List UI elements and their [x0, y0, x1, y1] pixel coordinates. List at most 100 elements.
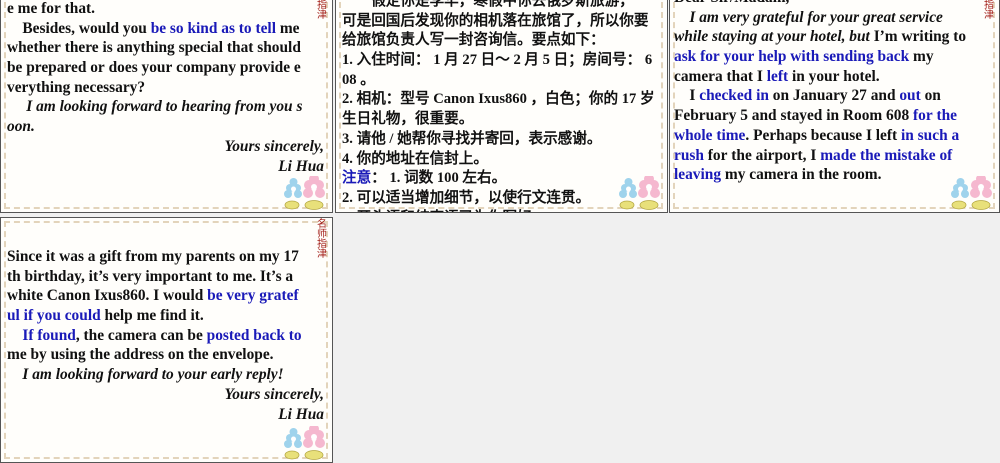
text-segment: ： 1. 词数 100 左右。	[371, 170, 507, 187]
text-line: th birthday, it’s very important to me. …	[7, 267, 326, 287]
text-segment: e me for that.	[7, 0, 96, 17]
highlighted-phrase: 注意	[342, 170, 372, 187]
text-segment: white Canon Ixus860. I would	[7, 287, 208, 305]
slide-thumbnail-2[interactable]: 假定你是李华，寒假中你去俄罗斯旅游， 可是回国后发现你的相机落在旅馆了，所以你要给…	[335, 0, 668, 213]
text-line: 2. 相机：型号 Canon Ixus860 ，白色；你的 17 岁	[342, 90, 661, 110]
text-line: 08 。	[342, 71, 661, 91]
text-line: 2. 可以适当增加细节，以使行文连贯。	[342, 189, 661, 209]
highlighted-phrase: in such a	[901, 126, 960, 144]
slide-text: 假定你是李华，寒假中你去俄罗斯旅游， 可是回国后发现你的相机落在旅馆了，所以你要给…	[342, 0, 661, 212]
highlighted-phrase: left	[766, 67, 789, 85]
highlighted-phrase: If found	[22, 326, 76, 344]
text-segment: I	[674, 87, 700, 105]
text-segment: I am very grateful for your great servic…	[674, 8, 943, 26]
text-segment: 生日礼物，很重要。	[342, 111, 474, 128]
text-line: be prepared or does your company provide…	[7, 58, 326, 78]
text-segment: Li Hua	[278, 157, 324, 175]
text-segment: while staying at your hotel, but	[674, 28, 870, 46]
text-line: 可是回国后发现你的相机落在旅馆了，所以你要	[342, 12, 661, 32]
text-line: I am looking forward to hearing from you…	[7, 97, 326, 117]
text-segment: 3. 开头语和结束语已为你写好。	[342, 210, 546, 212]
text-line: If found, the camera can be posted back …	[7, 326, 326, 346]
text-line: oon.	[7, 117, 326, 137]
text-segment: 4. 你的地址在信封上。	[342, 150, 488, 167]
text-segment: Besides, would you	[7, 19, 151, 37]
text-line: camera that I left in your hotel.	[674, 67, 993, 87]
flower-decoration-icon	[282, 424, 328, 460]
text-segment: 可是回国后发现你的相机落在旅馆了，所以你要	[342, 12, 649, 29]
text-line: ask for your help with sending back my	[674, 47, 993, 67]
highlighted-phrase: for the	[913, 107, 958, 125]
text-line: I am looking forward to your early reply…	[7, 365, 326, 385]
text-line: 注意： 1. 词数 100 左右。	[342, 169, 661, 189]
text-line: whole time. Perhaps because I left in su…	[674, 126, 993, 146]
text-segment: on January 27 and	[768, 87, 900, 105]
text-segment	[7, 327, 22, 344]
flower-decoration-icon	[949, 174, 995, 210]
highlighted-phrase: posted back to	[206, 326, 302, 344]
text-segment: . Perhaps because I left	[745, 126, 901, 144]
text-segment: help me find it.	[100, 307, 204, 325]
text-segment: 2. 相机：型号 Canon Ixus860 ，白色；你的 17 岁	[342, 91, 655, 108]
highlighted-phrase: leaving	[674, 166, 722, 184]
seal-logo: 名师指津	[317, 219, 327, 260]
text-segment: my	[909, 48, 934, 66]
text-segment: 3. 请他 / 她帮你寻找并寄回，表示感谢。	[342, 130, 602, 147]
text-segment: Yours sincerely,	[224, 137, 324, 155]
seal-logo: 指津	[317, 0, 327, 21]
slide-thumbnail-4[interactable]: Since it was a gift from my parents on m…	[0, 217, 333, 463]
text-line: whether there is anything special that s…	[7, 38, 326, 58]
text-segment: February 5 and stayed in Room 608	[674, 107, 913, 125]
text-line: Yours sincerely,	[7, 137, 326, 157]
highlighted-phrase: made the mistake of	[820, 146, 953, 164]
text-segment: 1. 入住时间： 1 月 27 日～ 2 月 5 日；房间号： 6	[342, 52, 653, 69]
text-line: Since it was a gift from my parents on m…	[7, 247, 326, 267]
highlighted-phrase: be very gratef	[207, 287, 299, 305]
text-line: Li Hua	[7, 157, 326, 177]
highlighted-phrase: ask for your help with sending back	[674, 48, 910, 66]
flower-decoration-icon	[617, 174, 663, 210]
text-line: ul if you could help me find it.	[7, 306, 326, 326]
text-segment: 2. 可以适当增加细节，以使行文连贯。	[342, 189, 591, 206]
highlighted-phrase: checked in	[699, 87, 769, 105]
text-segment: , the camera can be	[75, 326, 207, 344]
text-line: Yours sincerely,	[7, 385, 326, 405]
highlighted-phrase: ul if you could	[7, 307, 101, 325]
text-segment: Yours sincerely,	[224, 385, 324, 403]
text-line: I am very grateful for your great servic…	[674, 8, 993, 28]
text-line: I checked in on January 27 and out on	[674, 86, 993, 106]
text-segment: me	[275, 19, 300, 37]
highlighted-phrase: rush	[674, 146, 704, 164]
text-segment: my camera in the room.	[721, 166, 882, 184]
text-line: 3. 请他 / 她帮你寻找并寄回，表示感谢。	[342, 130, 661, 150]
slide-thumbnail-3[interactable]: Dear Sir/Madam, I am very grateful for y…	[669, 0, 1000, 213]
text-segment: camera that I	[674, 67, 767, 85]
text-segment: I am looking forward to hearing from you…	[7, 98, 303, 116]
text-segment: 08 。	[342, 71, 375, 88]
text-segment: I’m writing to	[869, 28, 967, 46]
text-segment: th birthday, it’s very important to me. …	[7, 267, 294, 285]
text-segment: for the airport, I	[703, 146, 821, 164]
text-line: 4. 你的地址在信封上。	[342, 150, 661, 170]
text-segment: Since it was a gift from my parents on m…	[7, 248, 299, 265]
text-segment: 假定你是李华，寒假中你去俄罗斯旅游，	[342, 0, 634, 9]
text-segment: Li Hua	[278, 405, 324, 423]
text-line: white Canon Ixus860. I would be very gra…	[7, 286, 326, 306]
highlighted-phrase: out	[899, 87, 921, 105]
text-line: February 5 and stayed in Room 608 for th…	[674, 106, 993, 126]
slide-text: e me for that. Besides, would you be so …	[7, 0, 326, 176]
text-line: 生日礼物，很重要。	[342, 110, 661, 130]
text-line: Li Hua	[7, 405, 326, 425]
text-line: me by using the address on the envelope.	[7, 345, 326, 365]
text-segment: on	[920, 87, 941, 105]
text-line: 假定你是李华，寒假中你去俄罗斯旅游，	[342, 0, 661, 12]
text-segment: me by using the address on the envelope.	[7, 346, 274, 364]
slide-thumbnail-1[interactable]: e me for that. Besides, would you be so …	[0, 0, 333, 213]
text-line: rush for the airport, I made the mistake…	[674, 146, 993, 166]
text-segment: oon.	[7, 118, 35, 136]
text-line: 1. 入住时间： 1 月 27 日～ 2 月 5 日；房间号： 6	[342, 51, 661, 71]
text-segment: whether there is anything special that s…	[7, 39, 301, 57]
text-segment: in your hotel.	[788, 67, 880, 85]
slide-text: Dear Sir/Madam, I am very grateful for y…	[674, 0, 993, 185]
text-line: Dear Sir/Madam,	[674, 0, 993, 8]
